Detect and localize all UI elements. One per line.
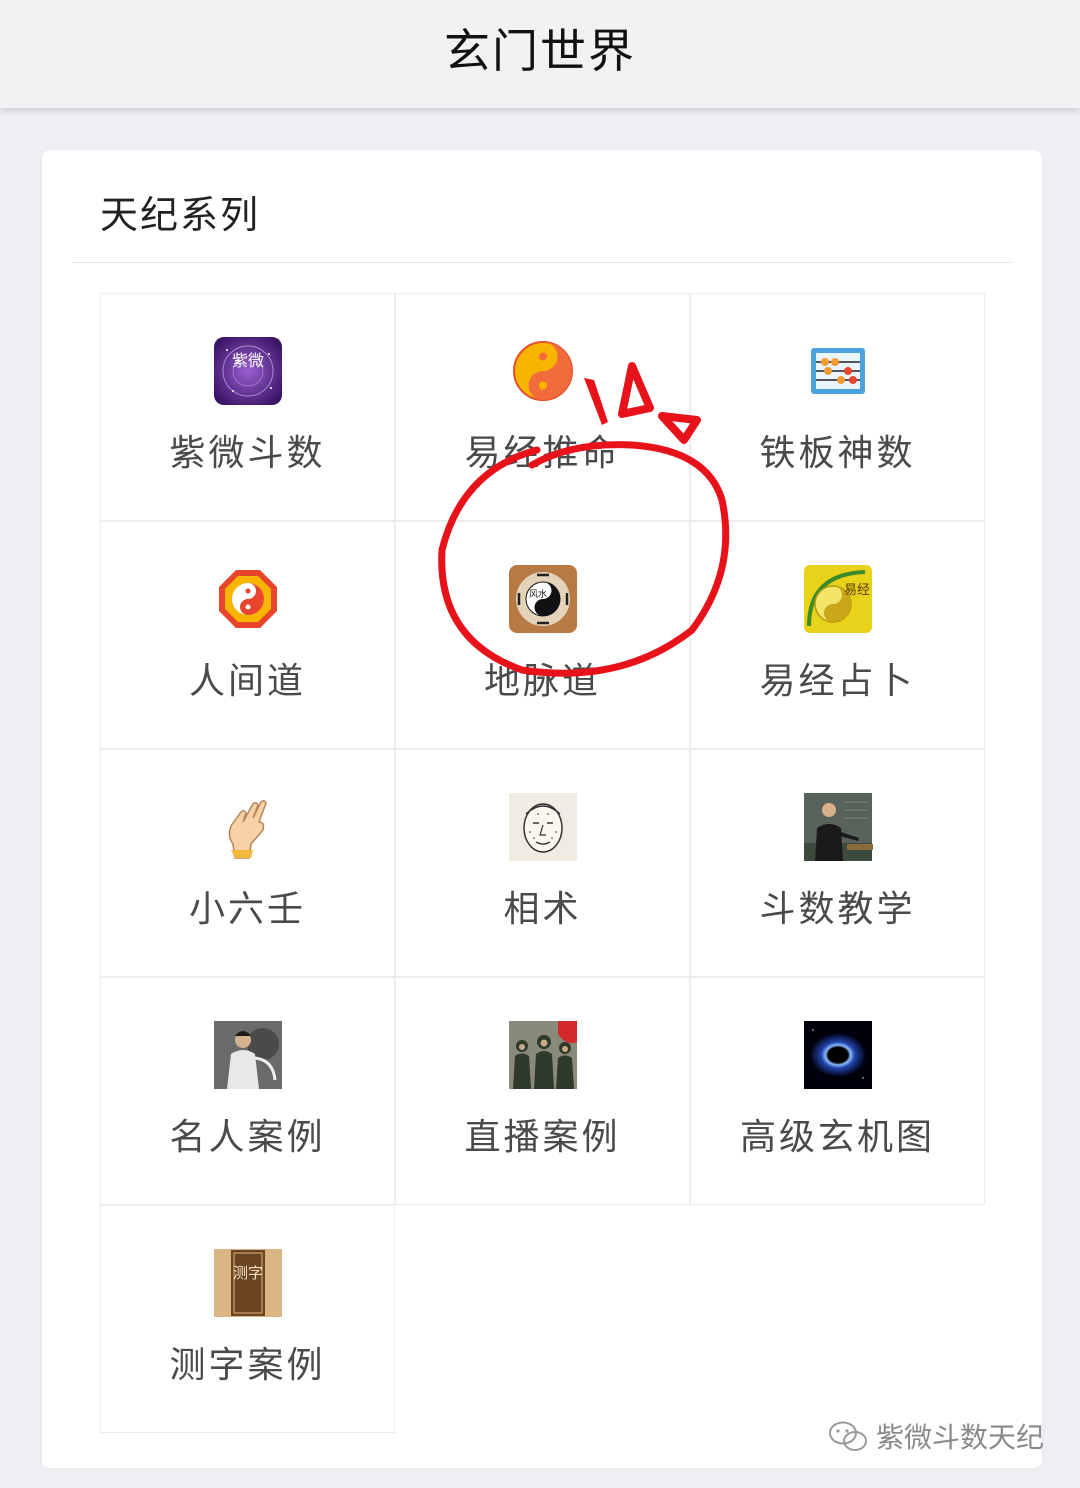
grid-item-advanced-chart[interactable]: 高级玄机图 [690,977,985,1205]
divider [72,262,1012,263]
grid-item-dimaidao[interactable]: 风水 地脉道 [395,521,690,749]
section-title: 天纪系列 [100,193,261,237]
black-hole-icon [803,1020,873,1090]
grid-item-celebrity-cases[interactable]: 名人案例 [100,977,395,1205]
ziwei-app-icon: 紫微 [213,336,283,406]
grid-item-xiaoliuren[interactable]: 小六壬 [100,749,395,977]
fengshui-compass-icon: 风水 [508,564,578,634]
grid-item-yijing-fortune[interactable]: 易经推命 [395,293,690,521]
yijing-divination-icon: 易经 [803,564,873,634]
grid-item-label: 人间道 [188,661,306,702]
grid-item-label: 小六壬 [188,889,306,930]
yijing-icon-text: 易经 [843,583,869,598]
character-tablet-icon: 测字 [213,1248,283,1318]
cezi-icon-text: 测字 [232,1264,262,1282]
grid-item-label: 测字案例 [169,1345,326,1386]
bagua-icon [213,564,283,634]
grid-item-label: 高级玄机图 [739,1117,935,1158]
grid-item-label: 名人案例 [169,1117,326,1158]
grid-item-xiangshu[interactable]: 相术 [395,749,690,977]
watermark-text: 紫微斗数天纪 [875,1421,1044,1454]
face-reading-icon [508,792,578,862]
grid-item-label: 铁板神数 [759,433,916,474]
grid-item-label: 地脉道 [483,661,601,702]
abacus-icon [803,336,873,406]
wechat-icon [828,1421,867,1451]
teacher-photo-icon [803,792,873,862]
grid-item-doushu-teaching[interactable]: 斗数教学 [690,749,985,977]
ziwei-icon-text-1: 紫微 [231,351,263,370]
grid-item-tieban[interactable]: 铁板神数 [690,293,985,521]
fengshui-icon-text: 风水 [528,588,546,600]
grid-item-ziwei[interactable]: 紫微 紫微斗数 [100,293,395,521]
live-broadcast-icon [508,1020,578,1090]
grid-item-label: 易经占卜 [759,661,916,702]
yin-yang-icon [508,336,578,406]
grid-item-label: 直播案例 [464,1117,621,1158]
hand-gesture-icon [213,792,283,862]
grid-item-label: 易经推命 [464,433,621,474]
grid-item-yijing-divination[interactable]: 易经 易经占卜 [690,521,985,749]
top-bar: 玄门世界 [0,0,1080,108]
grid-item-label: 斗数教学 [759,889,916,930]
grid-item-cezi-cases[interactable]: 测字 测字案例 [100,1205,395,1433]
grid-item-label: 紫微斗数 [169,433,326,474]
grid-item-label: 相术 [503,889,582,930]
grid-item-live-cases[interactable]: 直播案例 [395,977,690,1205]
series-card: 天纪系列 紫微 紫微斗数 易经推命 铁板神数 人间道 风水 地脉道 易经 易经占… [42,150,1042,1468]
page-title: 玄门世界 [444,24,636,78]
grid-item-renjiandao[interactable]: 人间道 [100,521,395,749]
famous-person-icon [213,1020,283,1090]
wechat-watermark: 紫微斗数天纪 [828,1416,1044,1456]
